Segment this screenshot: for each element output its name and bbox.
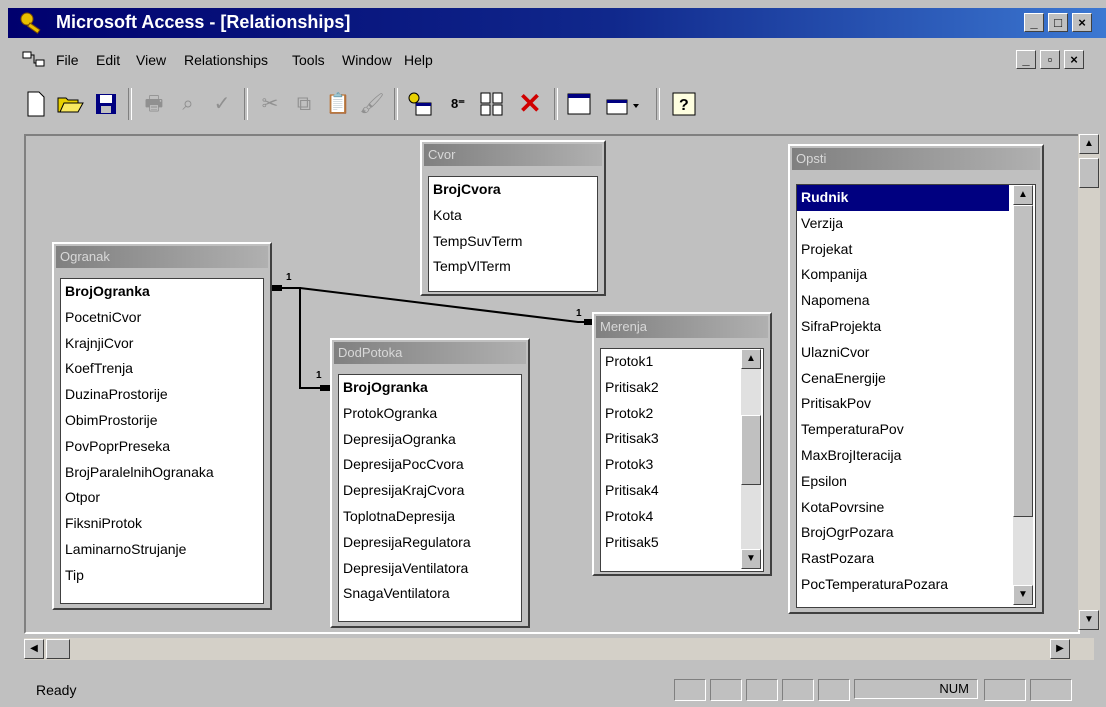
field-item[interactable]: Kompanija bbox=[797, 262, 1035, 288]
status-panel bbox=[818, 679, 850, 701]
horizontal-scrollbar[interactable]: ◀ ▶ bbox=[24, 638, 1094, 660]
field-item[interactable]: Pritisak3 bbox=[601, 426, 763, 452]
table-dodpotoka[interactable]: DodPotoka BrojOgranka ProtokOgranka Depr… bbox=[330, 338, 530, 628]
field-item[interactable]: PocTemperaturaPozara bbox=[797, 572, 1035, 598]
field-item[interactable]: Otpor bbox=[61, 485, 263, 511]
field-item[interactable]: Projekat bbox=[797, 237, 1035, 263]
scroll-thumb[interactable] bbox=[1013, 205, 1033, 517]
scroll-right-icon[interactable]: ▶ bbox=[1050, 639, 1070, 659]
scroll-thumb[interactable] bbox=[46, 639, 70, 659]
status-text: Ready bbox=[36, 682, 77, 698]
field-item[interactable]: Napomena bbox=[797, 288, 1035, 314]
field-item[interactable]: PritisakPov bbox=[797, 391, 1035, 417]
field-item[interactable]: MaxBrojIteracija bbox=[797, 443, 1035, 469]
field-list: BrojOgranka PocetniCvor KrajnjiCvor Koef… bbox=[60, 278, 264, 604]
field-item[interactable]: PovPoprPreseka bbox=[61, 434, 263, 460]
relation-label-ogranak: 1 bbox=[286, 272, 292, 283]
field-item[interactable]: DepresijaVentilatora bbox=[339, 556, 521, 582]
field-item[interactable]: Protok1 bbox=[601, 349, 763, 375]
scroll-left-icon[interactable]: ◀ bbox=[24, 639, 44, 659]
field-item[interactable]: LaminarnoStrujanje bbox=[61, 537, 263, 563]
status-bar: Ready NUM bbox=[24, 676, 1106, 704]
field-item[interactable]: Epsilon bbox=[797, 469, 1035, 495]
field-item[interactable]: CenaEnergije bbox=[797, 366, 1035, 392]
field-item[interactable]: ToplotnaDepresija bbox=[339, 504, 521, 530]
scroll-up-icon[interactable]: ▲ bbox=[1079, 134, 1099, 154]
field-item[interactable]: Rudnik bbox=[797, 185, 1009, 211]
field-item[interactable]: DepresijaPocCvora bbox=[339, 452, 521, 478]
field-item[interactable]: DepresijaOgranka bbox=[339, 427, 521, 453]
field-item[interactable]: KoefTrenja bbox=[61, 356, 263, 382]
status-panel bbox=[984, 679, 1026, 701]
table-caption[interactable]: Opsti bbox=[792, 148, 1040, 170]
field-item[interactable]: Kota bbox=[429, 203, 597, 229]
field-item[interactable]: DepresijaKrajCvora bbox=[339, 478, 521, 504]
field-item[interactable]: PocetniCvor bbox=[61, 305, 263, 331]
field-item[interactable]: TemperaturaPov bbox=[797, 417, 1035, 443]
field-item[interactable]: Pritisak5 bbox=[601, 530, 763, 556]
num-lock-indicator: NUM bbox=[854, 679, 978, 699]
table-caption[interactable]: DodPotoka bbox=[334, 342, 526, 364]
table-merenja[interactable]: Merenja Protok1 Pritisak2 Protok2 Pritis… bbox=[592, 312, 772, 576]
status-panel bbox=[746, 679, 778, 701]
scroll-thumb[interactable] bbox=[741, 415, 761, 485]
field-item[interactable]: BrojOgrPozara bbox=[797, 520, 1035, 546]
field-item[interactable]: Tip bbox=[61, 563, 263, 589]
scroll-down-icon[interactable]: ▼ bbox=[1013, 585, 1033, 605]
field-item[interactable]: RastPozara bbox=[797, 546, 1035, 572]
field-list: BrojOgranka ProtokOgranka DepresijaOgran… bbox=[338, 374, 522, 622]
status-panel bbox=[1030, 679, 1072, 701]
field-item[interactable]: SifraProjekta bbox=[797, 314, 1035, 340]
opsti-scrollbar[interactable]: ▲ ▼ bbox=[1013, 185, 1033, 605]
field-item[interactable]: UlazniCvor bbox=[797, 340, 1035, 366]
scroll-up-icon[interactable]: ▲ bbox=[1013, 185, 1033, 205]
table-caption[interactable]: Merenja bbox=[596, 316, 768, 338]
field-item[interactable]: Pritisak2 bbox=[601, 375, 763, 401]
field-list: Rudnik Verzija Projekat Kompanija Napome… bbox=[796, 184, 1036, 608]
field-item[interactable]: KrajnjiCvor bbox=[61, 331, 263, 357]
field-item[interactable]: BrojParalelnihOgranaka bbox=[61, 460, 263, 486]
table-opsti[interactable]: Opsti Rudnik Verzija Projekat Kompanija … bbox=[788, 144, 1044, 614]
scroll-down-icon[interactable]: ▼ bbox=[741, 549, 761, 569]
field-item[interactable]: TempVlTerm bbox=[429, 254, 597, 280]
field-item[interactable]: BrojOgranka bbox=[339, 375, 521, 401]
field-item[interactable]: Pritisak4 bbox=[601, 478, 763, 504]
field-item[interactable]: DepresijaRegulatora bbox=[339, 530, 521, 556]
table-ogranak[interactable]: Ogranak BrojOgranka PocetniCvor KrajnjiC… bbox=[52, 242, 272, 610]
merenja-scrollbar[interactable]: ▲ ▼ bbox=[741, 349, 761, 569]
field-item[interactable]: BrojOgranka bbox=[61, 279, 263, 305]
vertical-scrollbar[interactable]: ▲ ▼ bbox=[1078, 134, 1100, 630]
field-item[interactable]: FiksniProtok bbox=[61, 511, 263, 537]
field-item[interactable]: TempSuvTerm bbox=[429, 229, 597, 255]
scroll-thumb[interactable] bbox=[1079, 158, 1099, 188]
relation-label-merenja: 1 bbox=[576, 308, 582, 319]
field-list: BrojCvora Kota TempSuvTerm TempVlTerm bbox=[428, 176, 598, 292]
table-caption[interactable]: Cvor bbox=[424, 144, 602, 166]
field-item[interactable]: ProtokOgranka bbox=[339, 401, 521, 427]
field-item[interactable]: Verzija bbox=[797, 211, 1035, 237]
status-panel bbox=[782, 679, 814, 701]
field-item[interactable]: Protok2 bbox=[601, 401, 763, 427]
scroll-down-icon[interactable]: ▼ bbox=[1079, 610, 1099, 630]
field-list: Protok1 Pritisak2 Protok2 Pritisak3 Prot… bbox=[600, 348, 764, 572]
field-item[interactable]: Protok4 bbox=[601, 504, 763, 530]
field-item[interactable]: ObimProstorije bbox=[61, 408, 263, 434]
table-cvor[interactable]: Cvor BrojCvora Kota TempSuvTerm TempVlTe… bbox=[420, 140, 606, 296]
field-item[interactable]: BrojCvora bbox=[429, 177, 597, 203]
field-item[interactable]: SnagaVentilatora bbox=[339, 581, 521, 607]
scroll-up-icon[interactable]: ▲ bbox=[741, 349, 761, 369]
table-caption[interactable]: Ogranak bbox=[56, 246, 268, 268]
status-panel bbox=[710, 679, 742, 701]
status-panel bbox=[674, 679, 706, 701]
relation-label-dodpotoka: 1 bbox=[316, 370, 322, 381]
field-item[interactable]: DuzinaProstorije bbox=[61, 382, 263, 408]
field-item[interactable]: Protok3 bbox=[601, 452, 763, 478]
field-item[interactable]: KotaPovrsine bbox=[797, 495, 1035, 521]
